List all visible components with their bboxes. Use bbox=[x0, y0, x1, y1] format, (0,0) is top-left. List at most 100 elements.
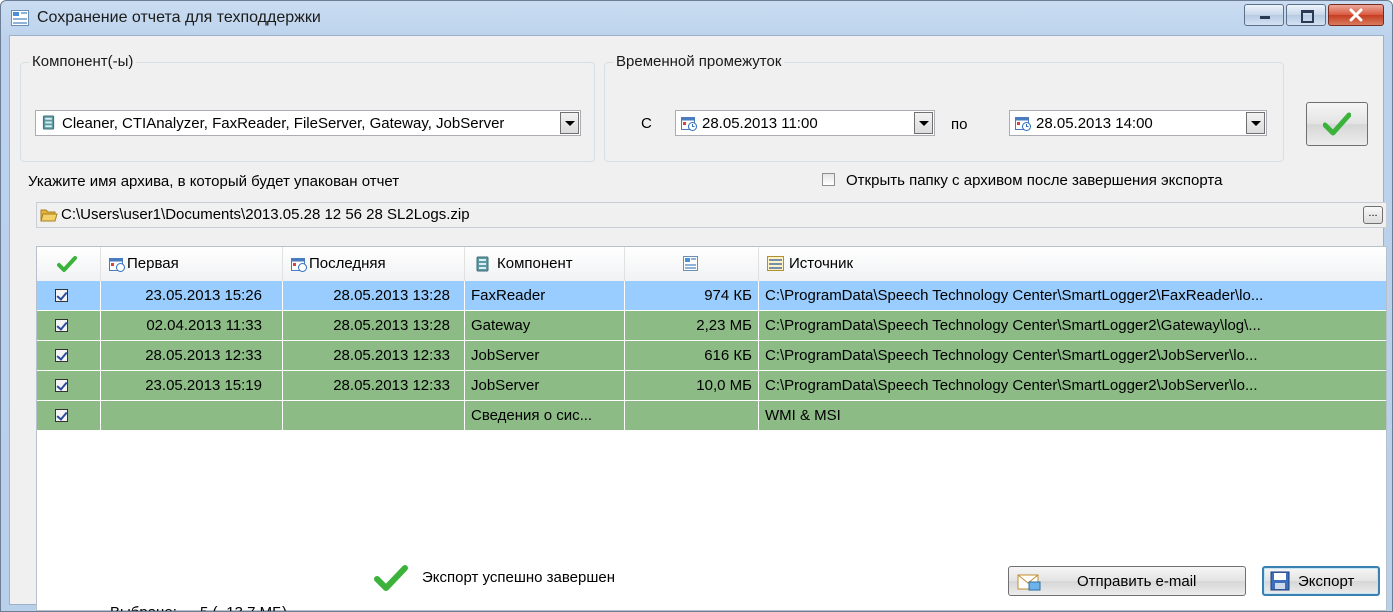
components-group-label: Компонент(-ы) bbox=[29, 53, 137, 70]
time-range-group-label: Временной промежуток bbox=[613, 53, 785, 70]
component-icon bbox=[42, 115, 55, 130]
cell-component: Сведения о сис... bbox=[465, 401, 625, 431]
cell-size: 974 КБ bbox=[625, 281, 759, 311]
apply-filter-button[interactable] bbox=[1306, 102, 1368, 146]
table-row[interactable]: 23.05.2013 15:26 28.05.2013 13:28 FaxReade… bbox=[37, 281, 1386, 311]
cell-source: C:\ProgramData\Speech Technology Center\… bbox=[759, 281, 1386, 311]
row-checkbox[interactable] bbox=[55, 379, 68, 392]
archive-path-value: C:\Users\user1\Documents\2013.05.28 12 5… bbox=[61, 206, 470, 223]
column-header-last-label: Последняя bbox=[309, 255, 386, 272]
components-group: Компонент(-ы) Cleaner, CTIAnalyzer, FaxR… bbox=[20, 53, 595, 162]
row-check-cell bbox=[37, 281, 101, 311]
row-check-cell bbox=[37, 311, 101, 341]
email-icon bbox=[1017, 574, 1041, 591]
title-bar[interactable]: Сохранение отчета для техподдержки bbox=[1, 1, 1392, 35]
cell-component: JobServer bbox=[465, 341, 625, 371]
size-icon bbox=[683, 256, 698, 271]
cell-last: 28.05.2013 12:33 bbox=[283, 341, 465, 371]
export-status: Экспорт успешно завершен bbox=[422, 569, 616, 586]
from-date-picker[interactable]: 28.05.2013 11:00 bbox=[675, 110, 935, 136]
close-icon bbox=[1349, 8, 1363, 22]
table-row[interactable]: 02.04.2013 11:33 28.05.2013 13:28 Gateway 2… bbox=[37, 311, 1386, 341]
cell-last: 28.05.2013 13:28 bbox=[283, 281, 465, 311]
chevron-down-icon[interactable] bbox=[560, 112, 579, 134]
export-label: Экспорт bbox=[1298, 573, 1355, 590]
chevron-down-icon[interactable] bbox=[914, 112, 933, 134]
column-header-first[interactable]: Первая bbox=[101, 247, 283, 281]
cell-last: 28.05.2013 13:28 bbox=[283, 311, 465, 341]
cell-first: 23.05.2013 15:26 bbox=[101, 281, 283, 311]
calendar-icon bbox=[109, 258, 125, 272]
folder-icon bbox=[40, 209, 58, 222]
to-date-picker[interactable]: 28.05.2013 14:00 bbox=[1009, 110, 1267, 136]
row-check-cell bbox=[37, 371, 101, 401]
row-checkbox[interactable] bbox=[55, 349, 68, 362]
column-header-check[interactable] bbox=[37, 247, 101, 281]
send-email-label: Отправить e-mail bbox=[1077, 573, 1197, 590]
row-check-cell bbox=[37, 401, 101, 431]
close-button[interactable] bbox=[1328, 4, 1384, 26]
log-files-table: Первая Последняя Компонент Источник 23.0… bbox=[36, 246, 1387, 611]
calendar-icon bbox=[291, 258, 307, 272]
column-header-component-label: Компонент bbox=[497, 255, 573, 272]
report-icon bbox=[11, 10, 29, 26]
cell-size: 10,0 МБ bbox=[625, 371, 759, 401]
cell-first: 02.04.2013 11:33 bbox=[101, 311, 283, 341]
minimize-icon bbox=[1260, 16, 1270, 19]
cell-source: C:\ProgramData\Speech Technology Center\… bbox=[759, 371, 1386, 401]
time-range-group: Временной промежуток С 28.05.2013 11:00 … bbox=[604, 53, 1284, 162]
component-icon bbox=[476, 256, 489, 272]
column-header-size[interactable] bbox=[625, 247, 759, 281]
from-label: С bbox=[641, 115, 652, 132]
cell-last bbox=[283, 401, 465, 431]
table-row[interactable]: 23.05.2013 15:19 28.05.2013 12:33 JobServe… bbox=[37, 371, 1386, 401]
cell-source: C:\ProgramData\Speech Technology Center\… bbox=[759, 311, 1386, 341]
source-icon bbox=[767, 256, 784, 271]
column-header-component[interactable]: Компонент bbox=[465, 247, 625, 281]
column-header-first-label: Первая bbox=[127, 255, 179, 272]
column-header-last[interactable]: Последняя bbox=[283, 247, 465, 281]
row-check-cell bbox=[37, 341, 101, 371]
calendar-icon bbox=[1015, 117, 1031, 131]
success-check-icon bbox=[374, 565, 408, 591]
cell-component: JobServer bbox=[465, 371, 625, 401]
save-icon bbox=[1270, 571, 1290, 591]
cell-first bbox=[101, 401, 283, 431]
open-folder-checkbox[interactable] bbox=[822, 173, 835, 186]
minimize-button[interactable] bbox=[1244, 4, 1284, 26]
from-date-value: 28.05.2013 11:00 bbox=[702, 115, 818, 132]
cell-size: 616 КБ bbox=[625, 341, 759, 371]
export-button[interactable]: Экспорт bbox=[1262, 566, 1380, 596]
cell-source: WMI & MSI bbox=[759, 401, 1386, 431]
chevron-down-icon[interactable] bbox=[1246, 112, 1265, 134]
column-header-source[interactable]: Источник bbox=[759, 247, 1386, 281]
selected-value: 5 (~13,7 МБ) bbox=[200, 604, 287, 611]
selected-label: Выбрано: bbox=[110, 604, 177, 611]
cell-first: 28.05.2013 12:33 bbox=[101, 341, 283, 371]
column-header-source-label: Источник bbox=[789, 255, 854, 272]
maximize-icon bbox=[1301, 10, 1314, 23]
table-row[interactable]: Сведения о сис... WMI & MSI bbox=[37, 401, 1386, 431]
send-email-button[interactable]: Отправить e-mail bbox=[1008, 566, 1246, 596]
calendar-icon bbox=[681, 117, 697, 131]
cell-component: Gateway bbox=[465, 311, 625, 341]
table-header: Первая Последняя Компонент Источник bbox=[37, 247, 1386, 282]
dialog-body: Компонент(-ы) Cleaner, CTIAnalyzer, FaxR… bbox=[9, 35, 1387, 611]
components-combo[interactable]: Cleaner, CTIAnalyzer, FaxReader, FileSer… bbox=[35, 110, 581, 136]
row-checkbox[interactable] bbox=[55, 289, 68, 302]
components-combo-value: Cleaner, CTIAnalyzer, FaxReader, FileSer… bbox=[62, 115, 505, 132]
table-row[interactable]: 28.05.2013 12:33 28.05.2013 12:33 JobServe… bbox=[37, 341, 1386, 371]
archive-name-label: Укажите имя архива, в который будет упак… bbox=[28, 173, 400, 190]
cell-first: 23.05.2013 15:19 bbox=[101, 371, 283, 401]
maximize-button[interactable] bbox=[1286, 4, 1326, 26]
archive-path-field[interactable]: C:\Users\user1\Documents\2013.05.28 12 5… bbox=[36, 202, 1387, 228]
report-window: Сохранение отчета для техподдержки Компо… bbox=[0, 0, 1393, 612]
to-date-value: 28.05.2013 14:00 bbox=[1036, 115, 1153, 132]
open-folder-label: Открыть папку с архивом после завершения… bbox=[846, 172, 1223, 189]
cell-source: C:\ProgramData\Speech Technology Center\… bbox=[759, 341, 1386, 371]
browse-button[interactable]: ... bbox=[1363, 206, 1383, 224]
row-checkbox[interactable] bbox=[55, 319, 68, 332]
row-checkbox[interactable] bbox=[55, 409, 68, 422]
window-title: Сохранение отчета для техподдержки bbox=[37, 9, 321, 26]
cell-component: FaxReader bbox=[465, 281, 625, 311]
